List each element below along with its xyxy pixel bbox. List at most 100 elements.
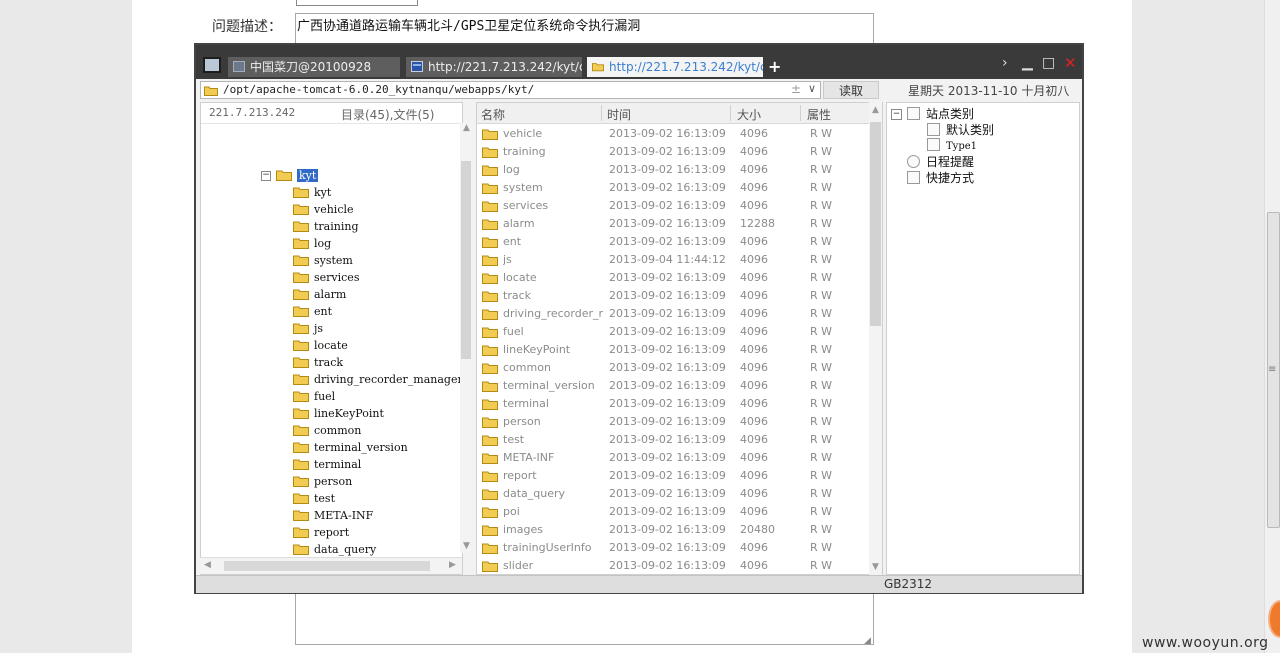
maximize-icon[interactable]: □ bbox=[1042, 55, 1055, 71]
file-row[interactable]: test 2013-09-02 16:13:09 4096 R W bbox=[477, 431, 869, 449]
scroll-up-icon[interactable]: ▲ bbox=[463, 123, 470, 133]
scroll-down-icon[interactable]: ▼ bbox=[872, 562, 879, 572]
tree-node[interactable]: lineKeyPoint bbox=[293, 406, 384, 422]
file-row[interactable]: lineKeyPoint 2013-09-02 16:13:09 4096 R W bbox=[477, 341, 869, 359]
tree-node-root[interactable]: kyt bbox=[276, 168, 319, 184]
folder-icon bbox=[293, 442, 309, 453]
file-list[interactable]: 名称 时间 大小 属性 vehicle 2013-09-02 16:13:09 40… bbox=[476, 102, 883, 575]
tree-node[interactable]: driving_recorder_manageme bbox=[293, 372, 462, 388]
tree-node[interactable]: js bbox=[293, 321, 323, 337]
scroll-left-icon[interactable]: ◀ bbox=[204, 560, 211, 570]
chevron-down-icon[interactable]: ∨ bbox=[808, 82, 816, 95]
tree-node[interactable]: data_query bbox=[293, 542, 376, 558]
bookmark-schedule[interactable]: 日程提醒 bbox=[907, 154, 974, 170]
tree-node[interactable]: ent bbox=[293, 304, 332, 320]
tab-url-2[interactable]: http://221.7.213.242/kyt/cho... bbox=[587, 57, 763, 77]
bookmark-site-category[interactable]: 站点类别 bbox=[907, 106, 974, 122]
tree-node[interactable]: kyt bbox=[293, 185, 331, 201]
tree-hscrollbar-thumb[interactable] bbox=[224, 561, 430, 571]
file-row[interactable]: terminal_version 2013-09-02 16:13:09 4096 R… bbox=[477, 377, 869, 395]
tree-node[interactable]: services bbox=[293, 270, 359, 286]
tree-node[interactable]: person bbox=[293, 474, 352, 490]
file-row[interactable]: report 2013-09-02 16:13:09 4096 R W bbox=[477, 467, 869, 485]
tree-node[interactable]: terminal_version bbox=[293, 440, 408, 456]
add-bookmark-icon[interactable]: ± bbox=[791, 82, 801, 96]
folder-icon bbox=[293, 425, 309, 436]
tree-node[interactable]: system bbox=[293, 253, 353, 269]
top-input-field[interactable] bbox=[296, 0, 418, 6]
bookmark-shortcuts[interactable]: 快捷方式 bbox=[907, 170, 974, 186]
tree-node[interactable]: alarm bbox=[293, 287, 346, 303]
file-row[interactable]: ent 2013-09-02 16:13:09 4096 R W bbox=[477, 233, 869, 251]
file-list-scrollbar-thumb[interactable] bbox=[870, 122, 881, 326]
tree-node[interactable]: META-INF bbox=[293, 508, 373, 524]
file-name: services bbox=[503, 199, 549, 212]
file-row[interactable]: log 2013-09-02 16:13:09 4096 R W bbox=[477, 161, 869, 179]
directory-tree[interactable]: 221.7.213.242 目录(45),文件(5) − kyt kyt vehi… bbox=[200, 102, 463, 575]
column-name[interactable]: 名称 bbox=[481, 106, 505, 123]
column-attr[interactable]: 属性 bbox=[807, 106, 831, 123]
tab-url-1[interactable]: http://221.7.213.242/kyt/cho... bbox=[406, 57, 582, 77]
collapse-icon[interactable]: − bbox=[891, 109, 902, 120]
tree-node[interactable]: vehicle bbox=[293, 202, 354, 218]
tree-node[interactable]: training bbox=[293, 219, 358, 235]
tree-node[interactable]: common bbox=[293, 423, 361, 439]
file-time: 2013-09-02 16:13:09 bbox=[609, 217, 726, 230]
bookmark-default-category[interactable]: 默认类别 bbox=[927, 122, 994, 138]
file-row[interactable]: alarm 2013-09-02 16:13:09 12288 R W bbox=[477, 215, 869, 233]
column-size[interactable]: 大小 bbox=[737, 106, 761, 123]
file-row[interactable]: trainingUserInfo 2013-09-02 16:13:09 4096 R… bbox=[477, 539, 869, 557]
new-tab-button[interactable]: + bbox=[768, 57, 782, 77]
scroll-right-icon[interactable]: ▶ bbox=[449, 560, 456, 570]
minimize-icon[interactable]: ▁ bbox=[1022, 55, 1033, 71]
column-time[interactable]: 时间 bbox=[607, 106, 631, 123]
collapse-icon[interactable]: − bbox=[261, 171, 271, 181]
tree-node[interactable]: fuel bbox=[293, 389, 335, 405]
file-row[interactable]: person 2013-09-02 16:13:09 4096 R W bbox=[477, 413, 869, 431]
file-row[interactable]: poi 2013-09-02 16:13:09 4096 R W bbox=[477, 503, 869, 521]
tree-node[interactable]: track bbox=[293, 355, 343, 371]
file-list-scrollbar[interactable]: ▲ ▼ bbox=[869, 102, 882, 575]
file-row[interactable]: terminal 2013-09-02 16:13:09 4096 R W bbox=[477, 395, 869, 413]
file-row[interactable]: js 2013-09-04 11:44:12 4096 R W bbox=[477, 251, 869, 269]
bookmark-type1[interactable]: Type1 bbox=[927, 138, 977, 155]
file-time: 2013-09-02 16:13:09 bbox=[609, 235, 726, 248]
tree-node[interactable]: test bbox=[293, 491, 335, 507]
tree-scrollbar-thumb[interactable] bbox=[461, 161, 471, 359]
tab-caidao[interactable]: 中国菜刀@20100928 bbox=[228, 57, 400, 77]
scroll-down-icon[interactable]: ▼ bbox=[463, 541, 470, 551]
tree-node[interactable]: report bbox=[293, 525, 349, 541]
encoding-label[interactable]: GB2312 bbox=[884, 577, 932, 591]
folder-icon bbox=[482, 561, 498, 572]
tree-node[interactable]: terminal bbox=[293, 457, 361, 473]
file-row[interactable]: services 2013-09-02 16:13:09 4096 R W bbox=[477, 197, 869, 215]
file-name: common bbox=[503, 361, 551, 374]
scroll-up-icon[interactable]: ▲ bbox=[872, 105, 879, 115]
tree-scrollbar[interactable]: ▲ ▼ bbox=[460, 123, 472, 553]
tree-host: 221.7.213.242 bbox=[209, 106, 296, 119]
bookmark-tree[interactable]: − 站点类别 默认类别 Type1 日程提醒 快捷方式 bbox=[886, 102, 1080, 575]
file-row[interactable]: fuel 2013-09-02 16:13:09 4096 R W bbox=[477, 323, 869, 341]
file-row[interactable]: slider 2013-09-02 16:13:09 4096 R W bbox=[477, 557, 869, 574]
resize-grip-icon[interactable]: ◢ bbox=[864, 636, 872, 646]
file-row[interactable]: vehicle 2013-09-02 16:13:09 4096 R W bbox=[477, 125, 869, 143]
file-row[interactable]: images 2013-09-02 16:13:09 20480 R W bbox=[477, 521, 869, 539]
file-row[interactable]: system 2013-09-02 16:13:09 4096 R W bbox=[477, 179, 869, 197]
file-row[interactable]: data_query 2013-09-02 16:13:09 4096 R W bbox=[477, 485, 869, 503]
folder-icon bbox=[482, 255, 498, 266]
file-row[interactable]: META-INF 2013-09-02 16:13:09 4096 R W bbox=[477, 449, 869, 467]
tree-node[interactable]: log bbox=[293, 236, 331, 252]
page-scrollbar[interactable]: ≡ bbox=[1264, 0, 1280, 653]
file-row[interactable]: training 2013-09-02 16:13:09 4096 R W bbox=[477, 143, 869, 161]
file-row[interactable]: locate 2013-09-02 16:13:09 4096 R W bbox=[477, 269, 869, 287]
close-icon[interactable]: ✕ bbox=[1064, 55, 1077, 71]
file-row[interactable]: track 2013-09-02 16:13:09 4096 R W bbox=[477, 287, 869, 305]
tree-hscrollbar[interactable]: ◀ ▶ bbox=[200, 557, 462, 574]
next-icon[interactable]: › bbox=[1002, 55, 1008, 71]
file-row[interactable]: common 2013-09-02 16:13:09 4096 R W bbox=[477, 359, 869, 377]
window-menu-icon[interactable] bbox=[203, 57, 221, 73]
file-row[interactable]: driving_recorder_m... 2013-09-02 16:13:09… bbox=[477, 305, 869, 323]
path-input[interactable]: /opt/apache-tomcat-6.0.20_kytnanqu/webap… bbox=[200, 81, 821, 99]
tree-node[interactable]: locate bbox=[293, 338, 348, 354]
read-button[interactable]: 读取 bbox=[823, 81, 879, 99]
